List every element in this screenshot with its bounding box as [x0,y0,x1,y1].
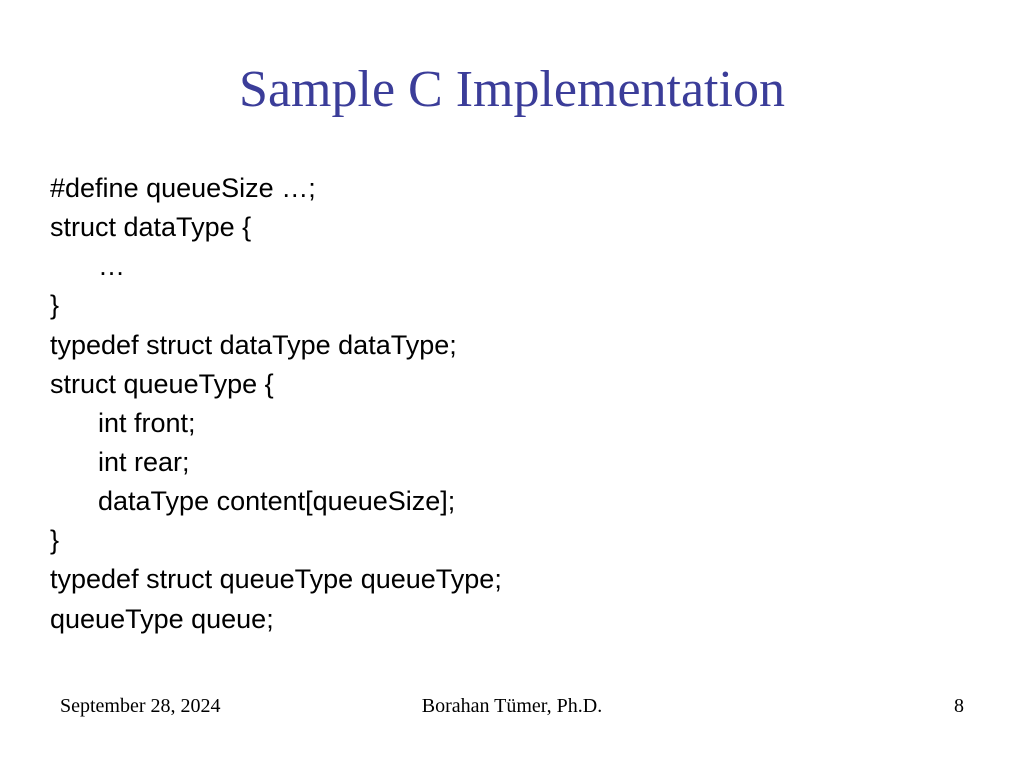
code-line: struct queueType { [50,365,974,404]
code-line: } [50,286,974,325]
code-line: typedef struct queueType queueType; [50,560,974,599]
slide-title: Sample C Implementation [50,60,974,119]
code-line: … [50,247,974,286]
footer-page-number: 8 [663,695,964,718]
code-line: int rear; [50,443,974,482]
code-block: #define queueSize …; struct dataType { …… [50,169,974,695]
code-line: #define queueSize …; [50,169,974,208]
code-line: queueType queue; [50,600,974,639]
code-line: typedef struct dataType dataType; [50,326,974,365]
code-line: int front; [50,404,974,443]
slide-container: Sample C Implementation #define queueSiz… [0,0,1024,768]
slide-footer: September 28, 2024 Borahan Tümer, Ph.D. … [50,695,974,728]
code-line: } [50,521,974,560]
footer-author: Borahan Tümer, Ph.D. [361,695,662,718]
code-line: struct dataType { [50,208,974,247]
code-line: dataType content[queueSize]; [50,482,974,521]
footer-date: September 28, 2024 [60,695,361,718]
